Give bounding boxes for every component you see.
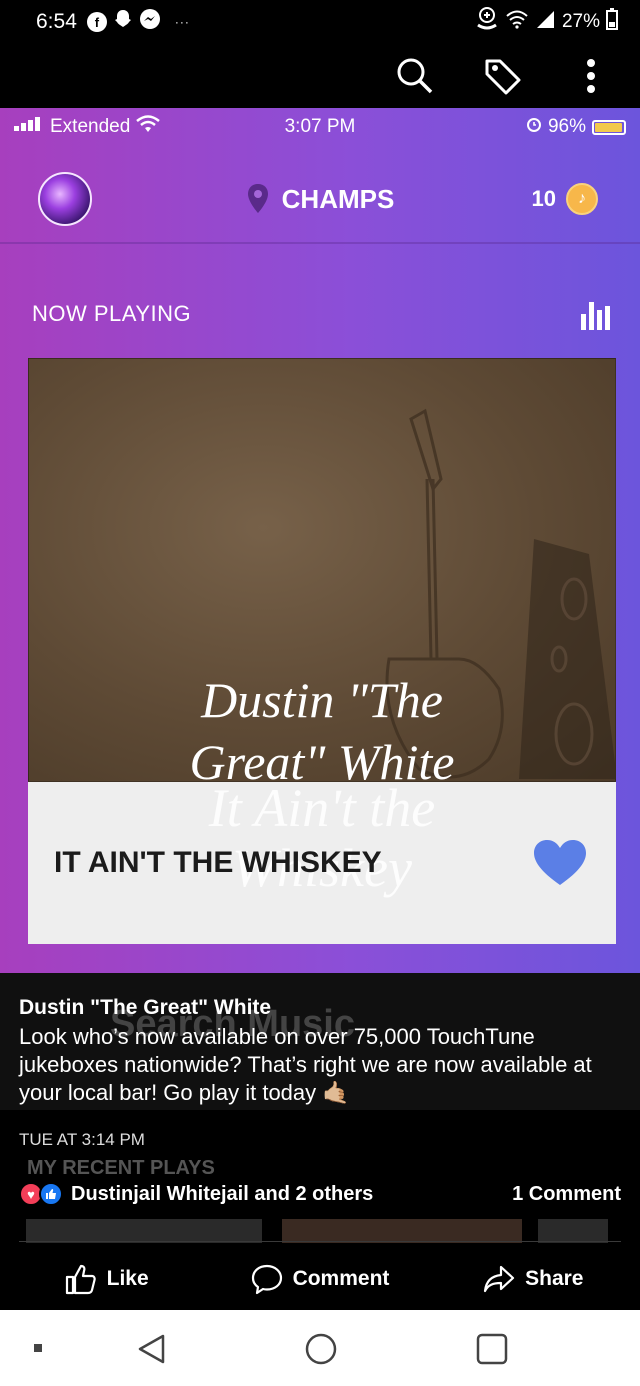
post-author[interactable]: Dustin "The Great" White <box>19 995 620 1021</box>
tag-icon <box>485 59 521 95</box>
battery-icon <box>606 8 618 36</box>
thumbs-up-icon <box>65 1264 96 1295</box>
shared-photo[interactable]: Extended 3:07 PM 96% CHAMPS 10 ♪ NOW PLA… <box>0 108 640 973</box>
snapchat-icon <box>112 8 134 36</box>
home-icon[interactable] <box>305 1333 337 1365</box>
android-nav-bar <box>0 1310 640 1386</box>
album-song-text: It Ain't the Whiskey <box>208 778 436 898</box>
background-peek <box>26 1219 262 1243</box>
viewer-toolbar <box>0 44 640 108</box>
wifi-icon <box>506 9 528 35</box>
comment-count[interactable]: 1 Comment <box>512 1183 621 1206</box>
hotspot-icon <box>474 7 500 37</box>
android-status-bar: 6:54 f ··· 27% <box>0 0 640 44</box>
status-time: 6:54 <box>36 10 77 33</box>
status-right: 27% <box>474 7 618 37</box>
photo-viewer: 6:54 f ··· 27% Extended 3:07 PM 96% CHAM… <box>0 0 640 1386</box>
like-button[interactable]: Like <box>0 1263 213 1295</box>
facebook-icon: f <box>86 12 107 32</box>
share-label: Share <box>525 1267 584 1290</box>
heart-icon[interactable] <box>532 839 588 887</box>
song-title: IT AIN'T THE WHISKEY <box>54 846 382 879</box>
music-coin-icon: ♪ <box>566 183 598 215</box>
ios-time: 3:07 PM <box>284 116 356 137</box>
song-card[interactable]: It Ain't the Whiskey IT AIN'T THE WHISKE… <box>28 778 616 944</box>
profile-avatar[interactable] <box>38 172 92 226</box>
search-button[interactable] <box>394 55 436 97</box>
tag-button[interactable] <box>482 55 524 97</box>
divider <box>19 1241 621 1242</box>
venue-name: CHAMPS <box>281 183 395 214</box>
credits-count: 10 <box>531 186 556 211</box>
notification-icons: f <box>86 8 161 36</box>
share-button[interactable]: Share <box>427 1263 640 1295</box>
recents-icon[interactable] <box>476 1333 508 1365</box>
back-icon[interactable] <box>136 1333 168 1365</box>
credits-display[interactable]: 10 ♪ <box>532 183 598 215</box>
now-playing-label: NOW PLAYING <box>32 301 192 326</box>
app-header: CHAMPS 10 ♪ <box>0 156 640 244</box>
messenger-icon <box>139 8 161 36</box>
ios-status-bar: Extended 3:07 PM 96% <box>0 108 640 146</box>
battery-icon <box>592 119 626 135</box>
comment-button[interactable]: Comment <box>213 1263 426 1295</box>
post-timestamp: TUE AT 3:14 PM <box>19 1130 145 1149</box>
more-notifications: ··· <box>174 15 190 29</box>
album-artist-text: Dustin "The Great" White <box>189 672 455 782</box>
more-options-icon <box>587 59 595 93</box>
battery-percent: 27% <box>561 11 600 32</box>
reactors-text[interactable]: Dustinjail Whitejail and 2 others <box>71 1183 373 1206</box>
album-art: Dustin "The Great" White <box>28 358 616 782</box>
reaction-icons: ♥ <box>19 1182 63 1206</box>
share-icon <box>484 1265 515 1293</box>
post-text: Look who’s now available on over 75,000 … <box>19 1024 592 1105</box>
background-peek <box>282 1219 522 1243</box>
signal-icon <box>534 9 556 35</box>
comment-label: Comment <box>292 1267 390 1290</box>
equalizer-icon[interactable] <box>580 298 612 330</box>
search-icon <box>397 58 433 94</box>
ghost-recent-plays: MY RECENT PLAYS <box>27 1157 215 1179</box>
post-caption: Search Music Dustin "The Great" White Lo… <box>0 973 640 1110</box>
background-peek <box>538 1219 608 1243</box>
post-actions: Like Comment Share <box>0 1250 640 1308</box>
more-options-button[interactable] <box>570 55 612 97</box>
reactions-bar: ♥ Dustinjail Whitejail and 2 others 1 Co… <box>19 1182 621 1206</box>
like-label: Like <box>106 1267 149 1290</box>
nav-dot-icon[interactable] <box>33 1343 43 1353</box>
comment-icon <box>251 1264 282 1295</box>
location-pin-icon <box>247 184 268 213</box>
like-reaction-icon <box>39 1182 63 1206</box>
